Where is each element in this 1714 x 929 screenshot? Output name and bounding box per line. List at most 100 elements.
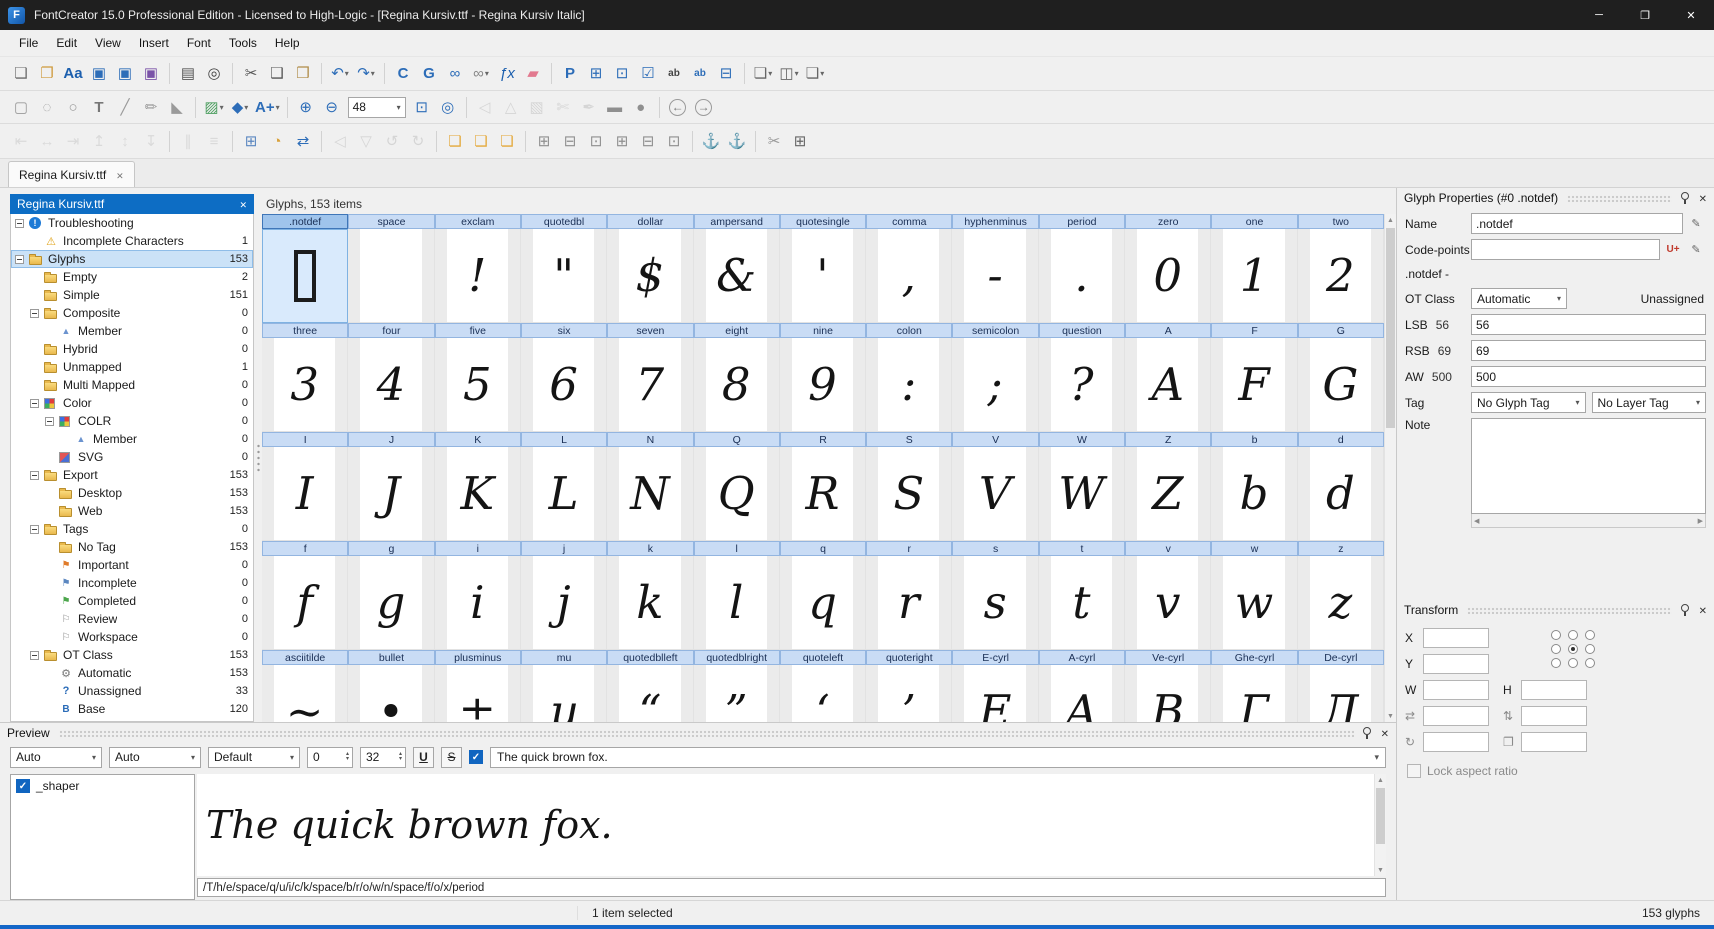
splitter-handle[interactable]: [254, 194, 262, 722]
glyph-cell-Ve-cyrl[interactable]: Ve-cyrl В: [1125, 650, 1212, 722]
font-overview-button[interactable]: Aa: [60, 61, 86, 86]
collapse-icon[interactable]: [30, 650, 39, 660]
font-size-spinner[interactable]: 32: [360, 746, 406, 768]
link-glyph-button[interactable]: ∞: [442, 61, 468, 86]
copy-button[interactable]: ❑: [264, 61, 290, 86]
new-font-button[interactable]: ❏: [8, 61, 34, 86]
anchor-radio-top-center[interactable]: [1567, 630, 1578, 640]
letter-spacing-spinner[interactable]: 0: [307, 746, 353, 768]
ot-class-select[interactable]: Automatic: [1471, 288, 1567, 309]
maximize-button[interactable]: ❐: [1622, 0, 1668, 30]
collapse-icon[interactable]: [30, 308, 39, 318]
find-button[interactable]: ◎: [201, 61, 227, 86]
select-tool-button[interactable]: ▢: [8, 95, 34, 120]
glyph-cell-ampersand[interactable]: ampersand &: [693, 214, 780, 323]
tab-regina-kursiv[interactable]: Regina Kursiv.ttf: [8, 161, 135, 187]
open-font-button[interactable]: ❐: [34, 61, 60, 86]
zoom-in-button[interactable]: ⊕: [293, 95, 319, 120]
glyph-cell-four[interactable]: four 4: [348, 323, 435, 432]
save-all-button[interactable]: ▣: [138, 61, 164, 86]
glyph-cell-W[interactable]: WW: [1038, 432, 1126, 541]
width-field[interactable]: [1423, 679, 1489, 700]
background-image-button[interactable]: ▧: [524, 95, 550, 120]
menu-edit[interactable]: Edit: [47, 30, 86, 56]
align-right-button[interactable]: ⇥: [60, 129, 86, 154]
insert-contour-button[interactable]: ◆: [227, 95, 253, 120]
glyph-cell-t[interactable]: tt: [1038, 541, 1126, 650]
redo-button[interactable]: ↷: [353, 61, 379, 86]
glyph-cell-i[interactable]: ii: [434, 541, 521, 650]
tree-item-ot-class[interactable]: OT Class 153: [11, 646, 253, 664]
scroll-down-icon[interactable]: [1385, 710, 1396, 722]
save-button[interactable]: ▣: [86, 61, 112, 86]
anchor-manager-button[interactable]: ⚓: [724, 129, 750, 154]
glyph-cell-quoteright[interactable]: quoteright ’: [866, 650, 953, 722]
lasso-tool-button[interactable]: ◌: [34, 95, 60, 120]
tree-item-unassigned[interactable]: Unassigned 33: [11, 682, 253, 700]
rotate-field[interactable]: [1423, 731, 1489, 752]
tree-item-hybrid[interactable]: Hybrid 0: [11, 340, 253, 358]
menu-font[interactable]: Font: [178, 30, 220, 56]
glyph-program-button[interactable]: ◔: [264, 129, 290, 154]
glyph-cell-plusminus[interactable]: plusminus ±: [434, 650, 521, 722]
snap-to-grid-button[interactable]: ⊞: [609, 129, 635, 154]
glyph-sequence-readout[interactable]: [197, 878, 1386, 897]
ellipse-select-tool-button[interactable]: ○: [60, 95, 86, 120]
glyph-cell-f[interactable]: ff: [262, 541, 349, 650]
navigate-forward-button[interactable]: →: [691, 95, 717, 120]
language-select[interactable]: Default: [208, 746, 300, 768]
anchor-radio-bottom-right[interactable]: [1584, 658, 1595, 668]
save-as-button[interactable]: ▣: [112, 61, 138, 86]
draw-tool-button[interactable]: ✏: [138, 95, 164, 120]
name-field[interactable]: [1471, 213, 1683, 234]
preview-scroll-thumb[interactable]: [1376, 788, 1385, 844]
glyph-cell-z[interactable]: zz: [1297, 541, 1384, 650]
underline-toggle[interactable]: U: [413, 746, 434, 768]
collapse-icon[interactable]: [30, 524, 39, 534]
edit-codepoints-button[interactable]: ✎: [1686, 239, 1706, 260]
collapse-icon[interactable]: [30, 398, 39, 408]
anchor-radio-bottom-center[interactable]: [1567, 658, 1578, 668]
glyph-cell-bullet[interactable]: bullet •: [348, 650, 435, 722]
tree-item-svg[interactable]: SVG 0: [11, 448, 253, 466]
glyph-cell-A-cyrl[interactable]: A-cyrl А: [1038, 650, 1126, 722]
pin-icon[interactable]: [1363, 727, 1372, 740]
undo-button[interactable]: ↶: [327, 61, 353, 86]
copy-glyph-options-button[interactable]: C: [390, 61, 416, 86]
paste-glyph-options-button[interactable]: G: [416, 61, 442, 86]
contour-pen-button[interactable]: ✒: [576, 95, 602, 120]
menu-help[interactable]: Help: [266, 30, 309, 56]
glyph-tag-select[interactable]: No Glyph Tag: [1471, 392, 1586, 413]
glyph-properties-toggle-button[interactable]: P: [557, 61, 583, 86]
tree-item-workspace[interactable]: Workspace 0: [11, 628, 253, 646]
glyph-cell-v[interactable]: vv: [1125, 541, 1212, 650]
distribute-horizontal-button[interactable]: ∥: [175, 129, 201, 154]
flip-vertical-button[interactable]: ▽: [353, 129, 379, 154]
glyph-cell-two[interactable]: two 2: [1297, 214, 1384, 323]
caption-options-button[interactable]: ⊡: [609, 61, 635, 86]
menu-file[interactable]: File: [10, 30, 47, 56]
overview-options-button[interactable]: ⊞: [787, 129, 813, 154]
tree-item-completed[interactable]: Completed 0: [11, 592, 253, 610]
glyph-cell-k[interactable]: kk: [607, 541, 694, 650]
export-font-button[interactable]: ❏: [802, 61, 828, 86]
align-center-horizontal-button[interactable]: ↔: [34, 129, 60, 154]
close-transform-icon[interactable]: [1699, 603, 1707, 617]
anchor-radio-center[interactable]: [1567, 644, 1578, 654]
menu-view[interactable]: View: [86, 30, 130, 56]
note-horizontal-scrollbar[interactable]: ◀ ▶: [1471, 514, 1706, 528]
scale-x-field[interactable]: [1423, 705, 1489, 726]
tree-item-simple[interactable]: Simple 151: [11, 286, 253, 304]
ellipse-tool-button[interactable]: ●: [628, 95, 654, 120]
rotate-cw-button[interactable]: ↻: [405, 129, 431, 154]
glyph-cell-quotesingle[interactable]: quotesingle ': [779, 214, 867, 323]
glyph-cell-Z[interactable]: ZZ: [1125, 432, 1212, 541]
split-contours-button[interactable]: ✂: [761, 129, 787, 154]
show-grid-button[interactable]: ⊞: [531, 129, 557, 154]
collapse-icon[interactable]: [30, 470, 39, 480]
close-window-button[interactable]: ✕: [1668, 0, 1714, 30]
glyph-cell-three[interactable]: three 3: [262, 323, 349, 432]
distribute-vertical-button[interactable]: ≡: [201, 129, 227, 154]
insert-character-button[interactable]: A+: [253, 95, 282, 120]
glyph-cell-space[interactable]: space: [348, 214, 435, 323]
